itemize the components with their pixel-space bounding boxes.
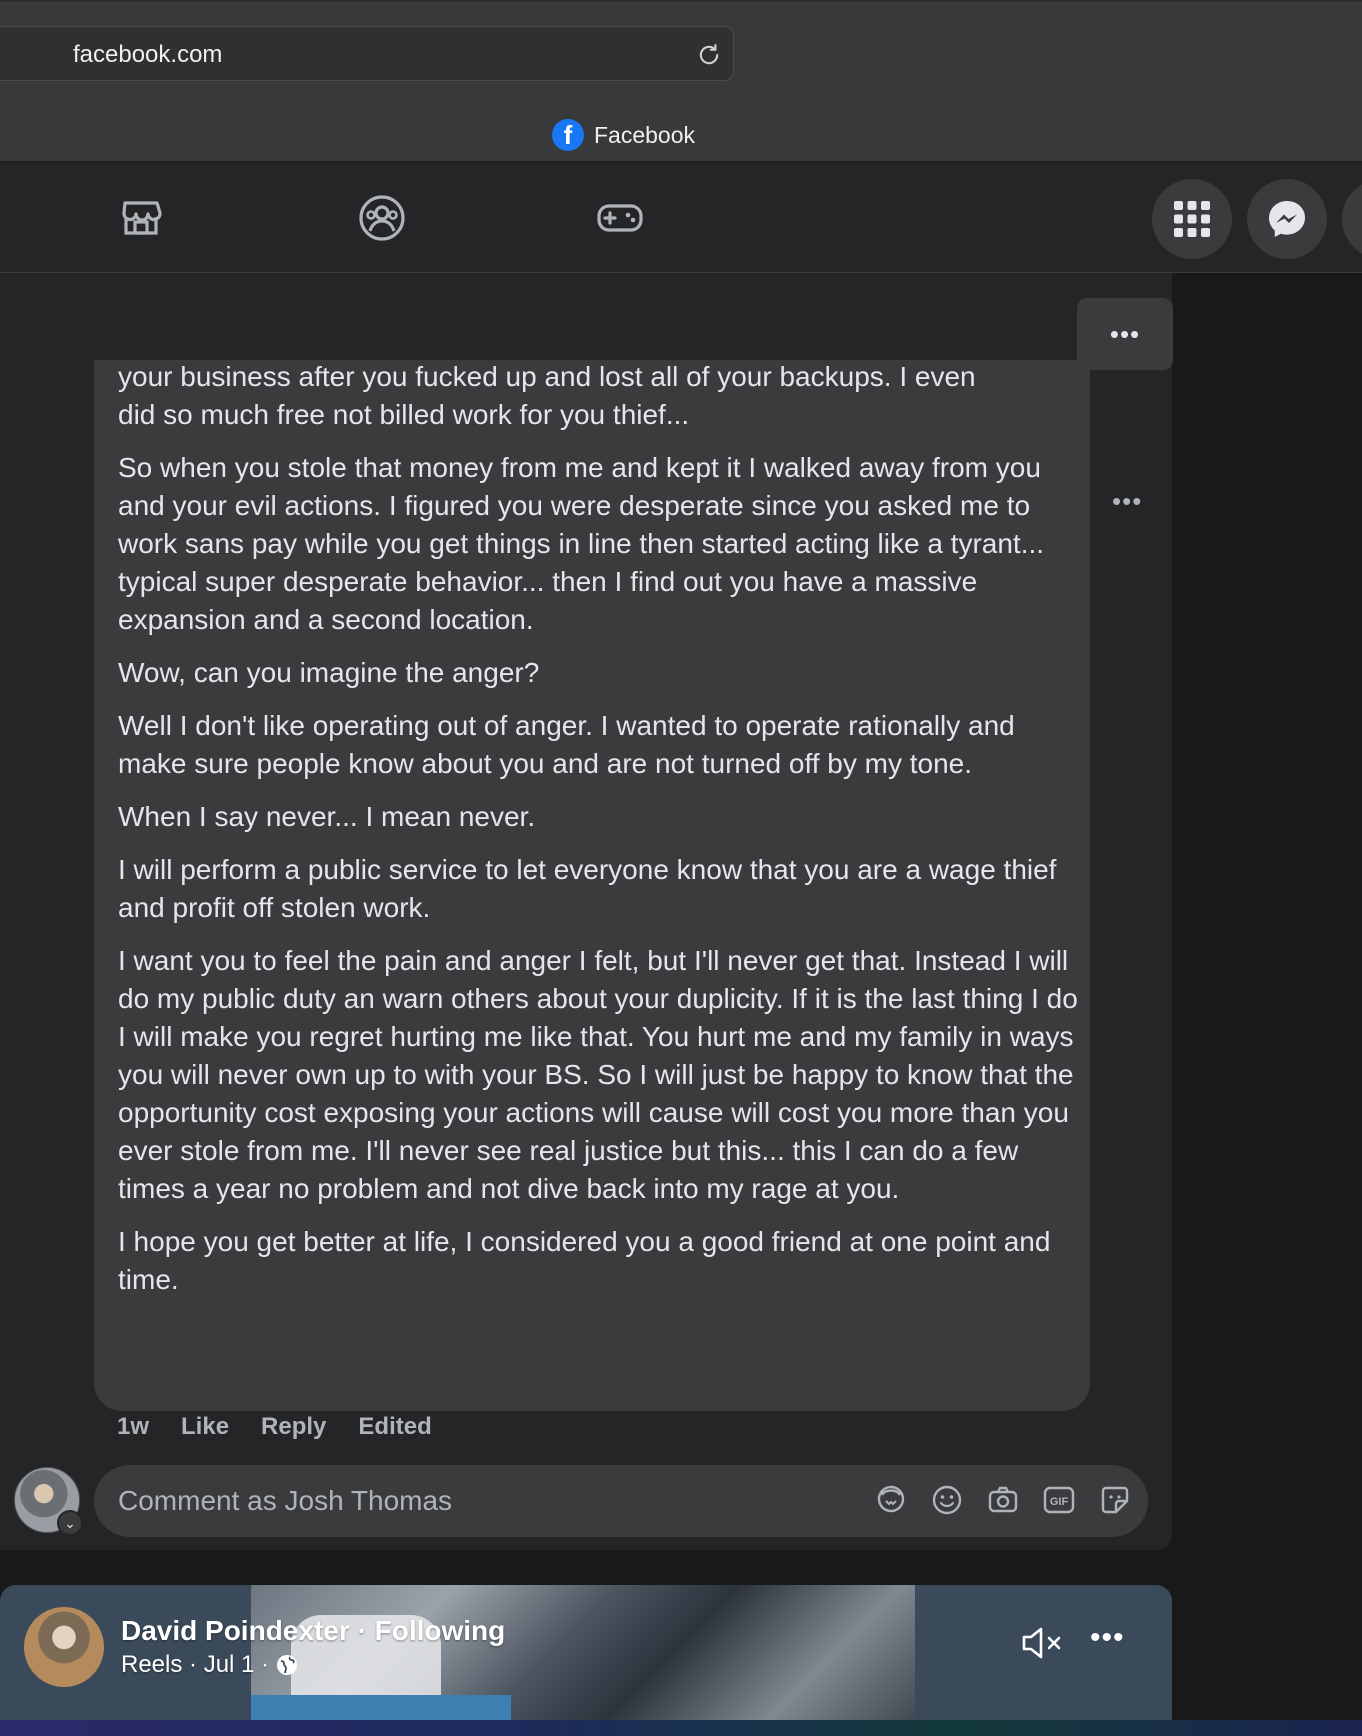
gaming-icon[interactable] [595,193,645,243]
comment-bubble: your business after you fucked up and lo… [94,360,1090,1411]
reel-meta-text: Reels · Jul 1 · [121,1651,270,1678]
notifications-button-partial[interactable] [1342,179,1362,259]
comment-actions: 1w Like Reply Edited [117,1413,432,1441]
post-options-button[interactable]: ••• [1077,298,1173,370]
comment-input-placeholder[interactable]: Comment as Josh Thomas [118,1485,452,1517]
url-text[interactable]: facebook.com [73,41,222,69]
messenger-button[interactable] [1247,179,1327,259]
chevron-down-icon[interactable]: ⌄ [57,1510,83,1536]
reel-card[interactable]: David Poindexter · Following Reels · Jul… [0,1585,1172,1736]
comment-paragraph: So when you stole that money from me and… [118,452,1045,635]
emoji-icon[interactable] [930,1483,964,1517]
reload-icon[interactable] [695,41,723,69]
facebook-logo-icon: f [552,119,584,151]
comment-timestamp[interactable]: 1w [117,1413,149,1441]
menu-button[interactable] [1152,179,1232,259]
comment-clipped-line: your business after you fucked up and lo… [118,360,1078,396]
comment-line-0: your business after you fucked up and lo… [118,361,976,392]
reel-author-name[interactable]: David Poindexter · Following [121,1615,505,1647]
gif-icon[interactable]: GIF [1042,1483,1076,1517]
tab-title: Facebook [594,121,696,148]
marketplace-icon[interactable] [116,193,166,243]
composer-tools: GIF [874,1483,1132,1517]
reply-button[interactable]: Reply [261,1413,326,1441]
comment-paragraph: did so much free not billed work for you… [118,399,690,430]
comment-paragraph: I will perform a public service to let e… [118,854,1057,923]
sticker-icon[interactable] [1098,1483,1132,1517]
reel-video-thumbnail[interactable] [251,1585,915,1736]
reel-author-avatar[interactable] [24,1607,104,1687]
reel-options-button[interactable]: ••• [1090,1621,1125,1655]
comment-composer[interactable]: Comment as Josh Thomas GIF [94,1465,1148,1537]
messenger-icon [1269,201,1305,237]
camera-icon[interactable] [986,1483,1020,1517]
comment-paragraph: Well I don't like operating out of anger… [118,710,1015,779]
user-avatar[interactable]: ⌄ [14,1467,83,1536]
globe-icon[interactable] [275,1653,299,1677]
comment-paragraph: When I say never... I mean never. [118,801,536,832]
like-button[interactable]: Like [181,1413,229,1441]
menu-grid-icon [1174,201,1210,237]
edited-label[interactable]: Edited [358,1413,431,1441]
comment-paragraph: Wow, can you imagine the anger? [118,657,540,688]
svg-text:GIF: GIF [1050,1496,1069,1508]
comment-options-button[interactable]: ••• [1112,486,1142,517]
comment-text: your business after you fucked up and lo… [118,361,1078,1314]
browser-chrome: facebook.com f Facebook [0,0,1362,163]
mute-icon[interactable] [1018,1620,1064,1666]
active-tab[interactable]: f Facebook [552,118,695,152]
avatar-sticker-icon[interactable] [874,1483,908,1517]
comment-paragraph: I hope you get better at life, I conside… [118,1226,1051,1295]
reel-meta: Reels · Jul 1 · [121,1651,299,1679]
chrome-top-line [0,0,1362,2]
facebook-header [0,163,1362,273]
comment-paragraph: I want you to feel the pain and anger I … [118,945,1078,1204]
desktop-background-strip [0,1720,1362,1736]
address-bar[interactable]: facebook.com [0,26,734,81]
groups-icon[interactable] [357,193,407,243]
